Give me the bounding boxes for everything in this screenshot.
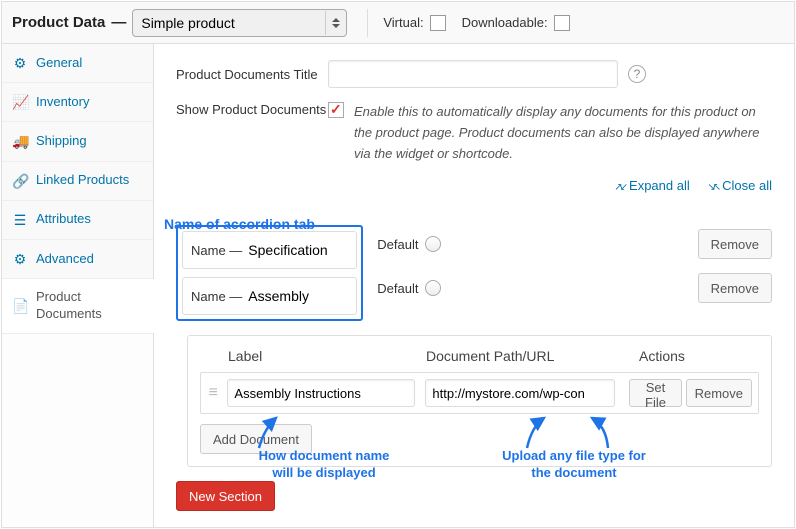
chart-icon: 📈 — [12, 93, 28, 111]
tab-general[interactable]: ⚙General — [2, 44, 153, 83]
expand-all-link[interactable]: ↗↙Expand all — [614, 178, 689, 193]
truck-icon: 🚚 — [12, 132, 28, 150]
list-icon: ☰ — [12, 211, 28, 229]
tab-attributes[interactable]: ☰Attributes — [2, 201, 153, 240]
col-label: Label — [228, 348, 426, 364]
show-documents-checkbox[interactable] — [328, 102, 344, 118]
downloadable-checkbox[interactable] — [554, 15, 570, 31]
document-label-input[interactable] — [227, 379, 415, 407]
content-area: Product Documents Title ? Show Product D… — [154, 44, 794, 527]
link-icon: 🔗 — [12, 172, 28, 190]
document-path-input[interactable] — [425, 379, 615, 407]
arrow-icon — [254, 414, 284, 450]
col-actions: Actions — [639, 348, 759, 364]
annotation-accordion-name: Name of accordion tab — [164, 216, 315, 232]
accordion-name-input-1[interactable] — [248, 238, 348, 262]
panel-title: Product Data — [12, 14, 105, 31]
document-icon: 📄 — [12, 297, 28, 315]
documents-title-label: Product Documents Title — [176, 67, 328, 82]
remove-button-2[interactable]: Remove — [698, 273, 772, 303]
tab-linked-products[interactable]: 🔗Linked Products — [2, 162, 153, 201]
tabs-sidebar: ⚙General 📈Inventory 🚚Shipping 🔗Linked Pr… — [2, 44, 154, 527]
remove-button-1[interactable]: Remove — [698, 229, 772, 259]
product-type-select[interactable]: Simple product — [132, 9, 347, 37]
show-documents-help: Enable this to automatically display any… — [354, 102, 772, 164]
accordion-names-highlight: Name — Name — — [176, 225, 363, 321]
tab-inventory[interactable]: 📈Inventory — [2, 83, 153, 122]
tab-advanced[interactable]: ⚙Advanced — [2, 240, 153, 279]
col-path: Document Path/URL — [426, 348, 639, 364]
tab-product-documents[interactable]: 📄Product Documents — [2, 279, 153, 334]
accordion-name-input-2[interactable] — [248, 284, 348, 308]
gear-icon: ⚙ — [12, 250, 28, 268]
document-row: ≡ Set File Remove — [200, 372, 759, 414]
arrow-icon — [584, 414, 614, 450]
arrow-icon — [524, 414, 554, 450]
accordion-name-box: Name — — [182, 231, 357, 269]
show-documents-label: Show Product Documents — [176, 102, 328, 117]
tab-shipping[interactable]: 🚚Shipping — [2, 122, 153, 161]
documents-title-input[interactable] — [328, 60, 618, 88]
default-radio-2[interactable] — [425, 280, 441, 296]
set-file-button[interactable]: Set File — [629, 379, 681, 407]
panel-header: Product Data — Simple product Virtual: D… — [2, 2, 794, 44]
product-data-panel: Product Data — Simple product Virtual: D… — [1, 1, 795, 528]
panel-body: ⚙General 📈Inventory 🚚Shipping 🔗Linked Pr… — [2, 44, 794, 527]
new-section-button[interactable]: New Section — [176, 481, 275, 511]
expand-close-row: ↗↙Expand all ↘↖Close all — [176, 178, 772, 193]
downloadable-label: Downloadable: — [462, 15, 548, 30]
virtual-label: Virtual: — [383, 15, 423, 30]
virtual-checkbox[interactable] — [430, 15, 446, 31]
drag-handle-icon[interactable]: ≡ — [207, 384, 219, 402]
default-radio-1[interactable] — [425, 236, 441, 252]
annotation-upload: Upload any file type for the document — [494, 448, 654, 482]
annotation-doc-name: How document name will be displayed — [249, 448, 399, 482]
help-icon[interactable]: ? — [628, 65, 646, 83]
close-all-link[interactable]: ↘↖Close all — [707, 178, 772, 193]
expand-icon: ↗↙ — [614, 182, 625, 193]
gear-icon: ⚙ — [12, 54, 28, 72]
remove-document-button[interactable]: Remove — [686, 379, 752, 407]
collapse-icon: ↘↖ — [707, 182, 718, 193]
accordion-name-box: Name — — [182, 277, 357, 315]
